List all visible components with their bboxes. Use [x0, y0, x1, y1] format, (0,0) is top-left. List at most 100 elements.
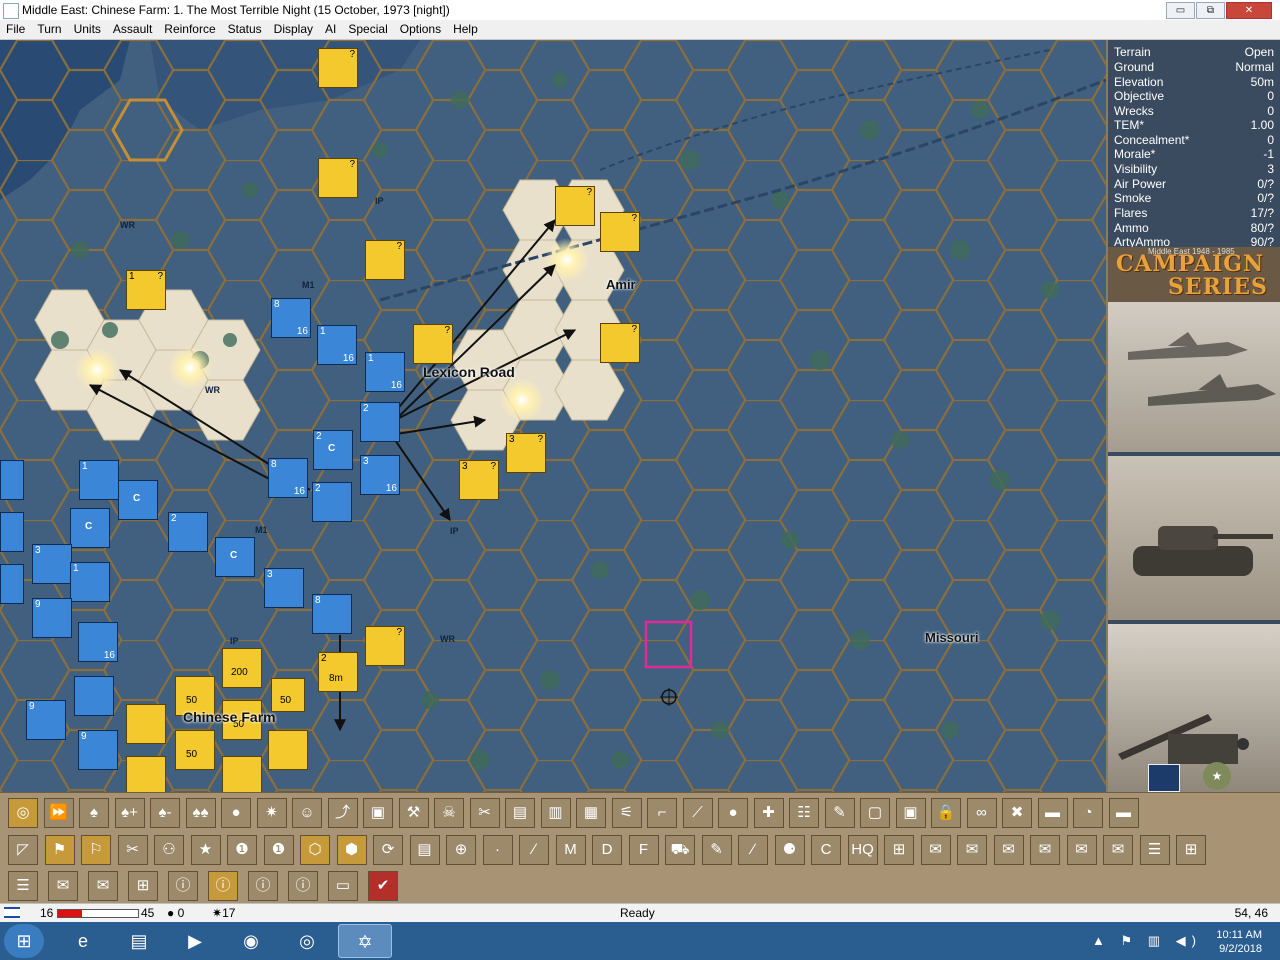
- grenade-icon[interactable]: ♠: [79, 798, 109, 828]
- grenade-minus-icon[interactable]: ♠-: [150, 798, 180, 828]
- climb-icon[interactable]: ⤴: [327, 798, 358, 828]
- yellow-flag-icon[interactable]: ⚑: [44, 835, 75, 865]
- unit-counter-yellow[interactable]: ?: [365, 240, 405, 280]
- mail-open-icon[interactable]: ✉: [1066, 835, 1097, 865]
- pen-icon[interactable]: ∕: [738, 835, 768, 865]
- unit-counter-blue[interactable]: [0, 564, 24, 604]
- menu-assault[interactable]: Assault: [107, 20, 158, 39]
- menu-help[interactable]: Help: [447, 20, 484, 39]
- binoculars-icon[interactable]: ∞: [966, 798, 997, 828]
- unit-counter-blue[interactable]: C: [70, 508, 110, 548]
- restore-button[interactable]: ⧉: [1196, 2, 1225, 19]
- unit-counter-yellow[interactable]: 2 8m: [318, 652, 358, 692]
- env-plus-icon[interactable]: ✉: [920, 835, 951, 865]
- grenade-plus-icon[interactable]: ♠+: [114, 798, 145, 828]
- info-book-icon[interactable]: ⓘ: [288, 871, 318, 901]
- unit-counter-blue[interactable]: 8 16: [268, 458, 308, 498]
- menu-units[interactable]: Units: [68, 20, 107, 39]
- unit-counter-yellow[interactable]: ?: [318, 48, 358, 88]
- bag-icon[interactable]: ▬: [1037, 798, 1068, 828]
- tray-time[interactable]: 10:11 AM: [1216, 929, 1262, 941]
- unit-counter-yellow[interactable]: 50: [271, 678, 305, 712]
- unit-counter-yellow[interactable]: ?: [318, 158, 358, 198]
- org-icon[interactable]: ⊞: [884, 835, 914, 865]
- hex-group-icon[interactable]: ⬢: [336, 835, 367, 865]
- unit-counter-blue[interactable]: 1: [79, 460, 119, 500]
- unit-counter-blue[interactable]: 8 16: [271, 298, 311, 338]
- menu-turn[interactable]: Turn: [31, 20, 67, 39]
- gauge-icon[interactable]: ◔: [1073, 798, 1103, 828]
- org-chart-icon[interactable]: ⊞: [128, 871, 158, 901]
- unit-counter-blue[interactable]: 2: [168, 512, 208, 552]
- unit-counter-yellow[interactable]: 200: [222, 648, 262, 688]
- tray-icons[interactable]: ▲ ⚑ ▥ ◀): [1092, 933, 1202, 949]
- taskbar-game-icon[interactable]: ✡: [338, 924, 392, 958]
- rock-icon[interactable]: ●: [221, 798, 251, 828]
- menu-display[interactable]: Display: [268, 20, 319, 39]
- hex-map[interactable]: 8 16 1 16 1 16 2 2C 3 16 8 16 2 1 C C 2 C 3 1…: [0, 40, 1106, 792]
- hq-icon[interactable]: HQ: [847, 835, 878, 865]
- info-envelope-icon[interactable]: ⓘ: [248, 871, 278, 901]
- unit-counter-blue[interactable]: [0, 460, 24, 500]
- close-button[interactable]: ✕: [1226, 2, 1272, 19]
- wrench-icon[interactable]: ✎: [824, 798, 855, 828]
- pistol-icon[interactable]: ⌐: [647, 798, 677, 828]
- unit-counter-yellow[interactable]: 3?: [459, 460, 499, 500]
- hex-one-b-icon[interactable]: ❶: [263, 835, 294, 865]
- copy-icon[interactable]: ☰: [1139, 835, 1170, 865]
- unit-counter-blue[interactable]: 9: [32, 598, 72, 638]
- tray-date[interactable]: 9/2/2018: [1219, 943, 1262, 955]
- dot-icon[interactable]: ·: [482, 835, 513, 865]
- unit-counter-yellow[interactable]: ?: [413, 324, 453, 364]
- unit-counter-blue[interactable]: 3: [32, 544, 72, 584]
- unit-counter-blue[interactable]: C: [215, 537, 255, 577]
- map-icon[interactable]: ⚐: [81, 835, 111, 865]
- taskbar-media-icon[interactable]: ▶: [168, 924, 222, 958]
- skull-box-icon[interactable]: ☠: [434, 798, 464, 828]
- menu-options[interactable]: Options: [394, 20, 447, 39]
- vehicle-icon[interactable]: ▣: [363, 798, 393, 828]
- stack-icon[interactable]: ☰: [8, 871, 38, 901]
- fortress-icon[interactable]: ▦: [576, 798, 606, 828]
- menu-status[interactable]: Status: [222, 20, 268, 39]
- m-icon[interactable]: M: [555, 835, 586, 865]
- taskbar-explorer-icon[interactable]: ▤: [112, 924, 166, 958]
- map-canvas[interactable]: [0, 40, 1106, 792]
- monitor-icon[interactable]: ▭: [328, 871, 358, 901]
- unit-counter-blue[interactable]: 1 16: [365, 352, 405, 392]
- envelope-icon[interactable]: ✉: [48, 871, 78, 901]
- minimize-button[interactable]: ▭: [1166, 2, 1195, 19]
- unit-counter-blue[interactable]: [0, 512, 24, 552]
- bridge-icon[interactable]: ⚟: [611, 798, 642, 828]
- menu-ai[interactable]: AI: [319, 20, 342, 39]
- flag-icon[interactable]: ◸: [8, 835, 38, 865]
- shovel-icon[interactable]: ⚒: [398, 798, 429, 828]
- cargo-icon[interactable]: ▤: [505, 798, 535, 828]
- grenades-icon[interactable]: ♠♠: [185, 798, 216, 828]
- hex-one-icon[interactable]: ❶: [227, 835, 257, 865]
- fence-icon[interactable]: ☷: [789, 798, 819, 828]
- taskbar-chrome-icon[interactable]: ◉: [224, 924, 278, 958]
- tools-icon[interactable]: ✂: [469, 798, 500, 828]
- bomb-icon[interactable]: ●: [718, 798, 748, 828]
- balls-icon[interactable]: ⚈: [774, 835, 805, 865]
- c-icon[interactable]: C: [811, 835, 841, 865]
- taskbar-camera-icon[interactable]: ◎: [280, 924, 334, 958]
- mail-open2-icon[interactable]: ✉: [1103, 835, 1133, 865]
- truck-icon[interactable]: ▢: [860, 798, 890, 828]
- map-book-icon[interactable]: ▤: [409, 835, 440, 865]
- line-icon[interactable]: ∕: [519, 835, 549, 865]
- crossed-icon[interactable]: ✖: [1002, 798, 1032, 828]
- unit-counter-yellow[interactable]: [268, 730, 308, 770]
- envelope2-icon[interactable]: ✉: [88, 871, 118, 901]
- unit-counter-yellow[interactable]: ?: [600, 212, 640, 252]
- unit-counter-yellow[interactable]: [126, 756, 166, 792]
- unit-counter-yellow[interactable]: [126, 704, 166, 744]
- f-icon[interactable]: F: [628, 835, 659, 865]
- unit-counter-blue[interactable]: 1 16: [317, 325, 357, 365]
- unit-counter-blue[interactable]: [74, 676, 114, 716]
- unit-counter-yellow[interactable]: [222, 756, 262, 792]
- info-truck-icon[interactable]: ⓘ: [168, 871, 198, 901]
- car-icon[interactable]: ⛟: [665, 835, 695, 865]
- unit-counter-yellow[interactable]: 50: [175, 730, 215, 770]
